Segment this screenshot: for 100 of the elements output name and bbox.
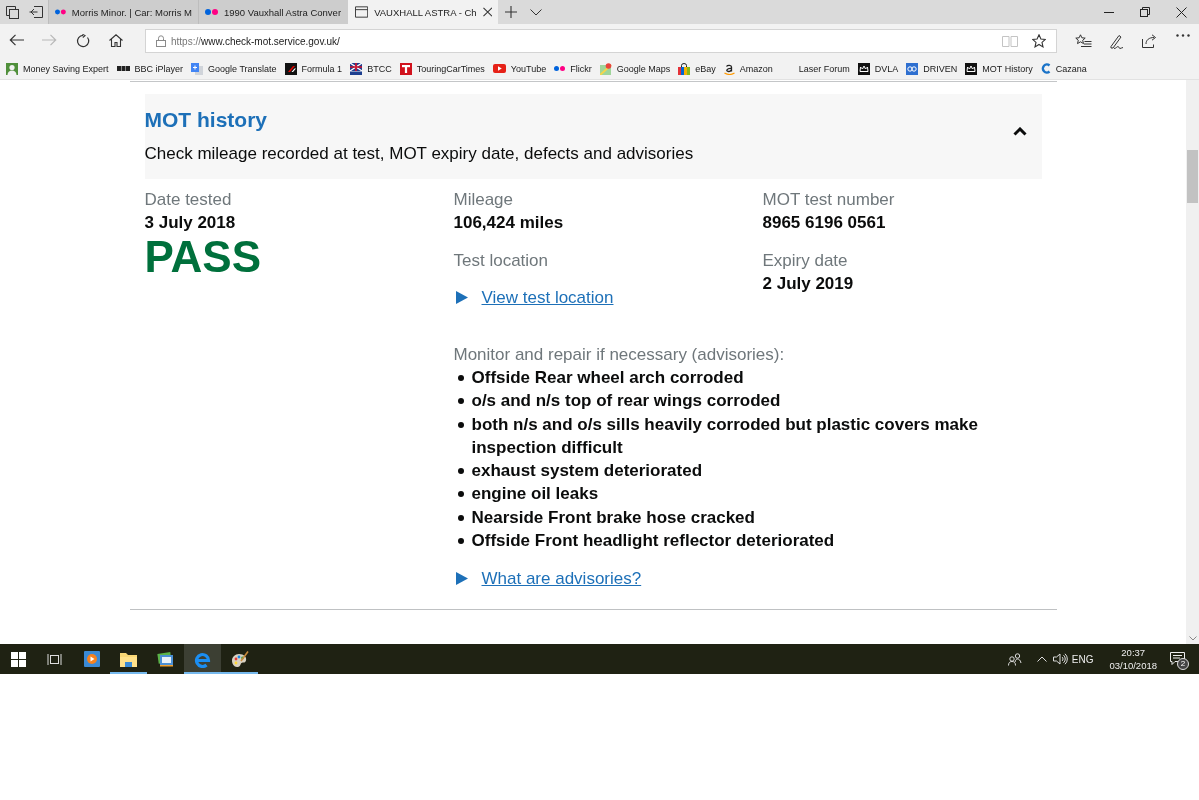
restore-icon[interactable] (1140, 7, 1150, 17)
browser-tab[interactable]: 1990 Vauxhall Astra Conver (198, 0, 348, 24)
lock-icon (156, 35, 166, 47)
play-tile-icon (83, 651, 100, 667)
circles-tile-icon (906, 62, 919, 75)
result-text: PASS (144, 234, 262, 280)
flag-icon (350, 62, 363, 75)
person-icon (6, 62, 18, 75)
bookmark-link[interactable]: Formula 1 (301, 63, 343, 74)
crown-icon (965, 62, 978, 75)
star-list-icon[interactable] (1075, 33, 1092, 47)
bookmark-link[interactable]: BBC iPlayer (134, 63, 184, 74)
smile-icon (723, 62, 735, 75)
language-indicator[interactable]: ENG (1071, 653, 1094, 665)
box-arrow-icon[interactable] (29, 6, 43, 18)
field-label: MOT test number (762, 189, 895, 211)
field-value: 8965 6196 0561 (762, 212, 886, 234)
section-header[interactable]: MOT history Check mileage recorded at test, MOT expiry date, defects and advisories (144, 94, 1042, 179)
section-subtitle: Check mileage recorded at test, MOT expiry date, defects and advisories (144, 143, 695, 165)
dots-icon (205, 9, 218, 15)
field-label: Mileage (453, 189, 514, 211)
bookmark-link[interactable]: Laser Forum (798, 63, 850, 74)
close-icon[interactable] (1175, 6, 1187, 18)
advisories-link[interactable]: What are advisories? (481, 567, 642, 591)
url-text: https://www.check-mot.service.gov.uk/ (171, 35, 340, 47)
advisory-text: exhaust system deteriorated (471, 460, 703, 483)
refresh-icon[interactable] (75, 34, 90, 48)
dots-icon (55, 9, 66, 15)
task-view-icon[interactable] (47, 652, 62, 666)
map-icon (599, 62, 612, 75)
chevron-icon[interactable] (1012, 127, 1027, 136)
bookmark-link[interactable]: Cazana (1055, 63, 1087, 74)
address-field[interactable]: https://www.check-mot.service.gov.uk/ (145, 29, 1057, 53)
field-label: Date tested (144, 189, 232, 211)
bookmark-link[interactable]: Google Maps (616, 63, 671, 74)
page-icon (355, 6, 369, 18)
photo-stack-icon (157, 651, 174, 667)
bag-icon (678, 62, 691, 75)
play-icon (492, 64, 506, 73)
crown-icon (857, 62, 870, 75)
bookmark-link[interactable]: Flickr (570, 63, 592, 74)
folder-icon (120, 651, 137, 667)
bookmark-link[interactable]: DRIVEN (923, 63, 958, 74)
bullet-icon (457, 421, 464, 428)
bullet-icon (457, 538, 464, 545)
advisory-text: o/s and n/s top of rear wings corroded (471, 390, 781, 413)
plus-icon[interactable] (504, 6, 517, 18)
notification-count: 2 (1177, 658, 1189, 670)
pen-icon[interactable] (1109, 33, 1124, 49)
share-icon[interactable] (1142, 33, 1157, 48)
view-location-link[interactable]: View test location (481, 286, 614, 309)
clock-time: 20:37 (1121, 646, 1146, 659)
bookmark-link[interactable]: eBay (695, 63, 716, 74)
blocks-icon (116, 66, 130, 71)
bookmark-link[interactable]: Money Saving Expert (23, 63, 109, 74)
bookmark-link[interactable]: YouTube (510, 63, 547, 74)
chevron-down-icon[interactable] (529, 8, 542, 16)
bookmark-link[interactable]: Amazon (739, 63, 773, 74)
scrollbar-thumb[interactable] (1187, 150, 1198, 203)
field-label: Expiry date (762, 250, 848, 272)
advisories-heading: Monitor and repair if necessary (advisories): (453, 344, 785, 366)
advisory-text: Offside Front headlight reflector deteriorated (471, 530, 835, 553)
browser-tab[interactable]: Morris Minor. | Car: Morris M (48, 0, 198, 24)
scrollbar[interactable] (1186, 80, 1199, 644)
stripes-tile-icon (284, 62, 297, 75)
bullet-icon (457, 398, 464, 405)
tile-icon (399, 62, 412, 75)
message-icon[interactable] (1169, 652, 1185, 666)
dots-icon (554, 66, 566, 71)
advisory-text: Nearside Front brake hose cracked (471, 506, 755, 529)
bullet-icon (457, 514, 464, 521)
close-icon[interactable] (482, 7, 492, 17)
bookmark-link[interactable]: BTCC (367, 63, 392, 74)
triangle-icon[interactable] (455, 291, 468, 304)
triangle-icon[interactable] (455, 572, 468, 586)
bullet-icon (457, 375, 464, 381)
clock[interactable]: 20:37 03/10/2018 (1109, 646, 1157, 672)
bookmark-link[interactable]: DVLA (874, 63, 899, 74)
speaker-icon[interactable] (1052, 653, 1068, 665)
people-icon[interactable] (1007, 652, 1022, 666)
more-icon[interactable] (1175, 33, 1190, 37)
bookmark-link[interactable]: MOT History (982, 63, 1033, 74)
windows-icon[interactable] (10, 651, 26, 667)
back-arrow-icon[interactable] (9, 34, 24, 46)
field-value: 2 July 2019 (762, 273, 854, 295)
overlapping-squares-icon[interactable] (5, 5, 19, 19)
bookmark-link[interactable]: Google Translate (208, 63, 277, 74)
advisory-text: Offside Rear wheel arch corroded (471, 367, 744, 389)
palette-icon (230, 650, 249, 668)
chevron-up-icon[interactable] (1036, 656, 1047, 662)
field-value: 106,424 miles (453, 212, 564, 234)
home-icon[interactable] (108, 34, 123, 47)
bullet-icon (457, 468, 464, 475)
field-value: 3 July 2018 (144, 212, 236, 234)
minimize-icon[interactable] (1104, 11, 1114, 13)
clock-date: 03/10/2018 (1109, 659, 1157, 672)
section-title: MOT history (144, 107, 268, 132)
browser-tab[interactable]: VAUXHALL ASTRA - Ch (348, 0, 498, 24)
star-icon[interactable] (1032, 34, 1046, 48)
bookmark-link[interactable]: TouringCarTimes (416, 63, 485, 74)
